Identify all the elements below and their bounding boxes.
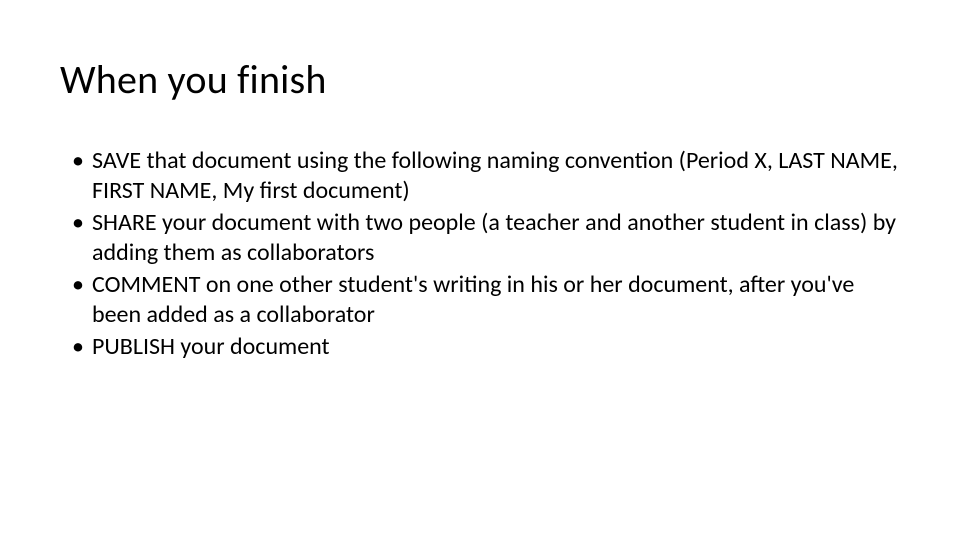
list-item: PUBLISH your document	[72, 332, 900, 362]
bullet-list: SAVE that document using the following n…	[60, 146, 900, 362]
slide-title: When you finish	[60, 55, 900, 104]
list-item: SHARE your document with two people (a t…	[72, 208, 900, 268]
list-item: COMMENT on one other student's writing i…	[72, 270, 900, 330]
list-item: SAVE that document using the following n…	[72, 146, 900, 206]
